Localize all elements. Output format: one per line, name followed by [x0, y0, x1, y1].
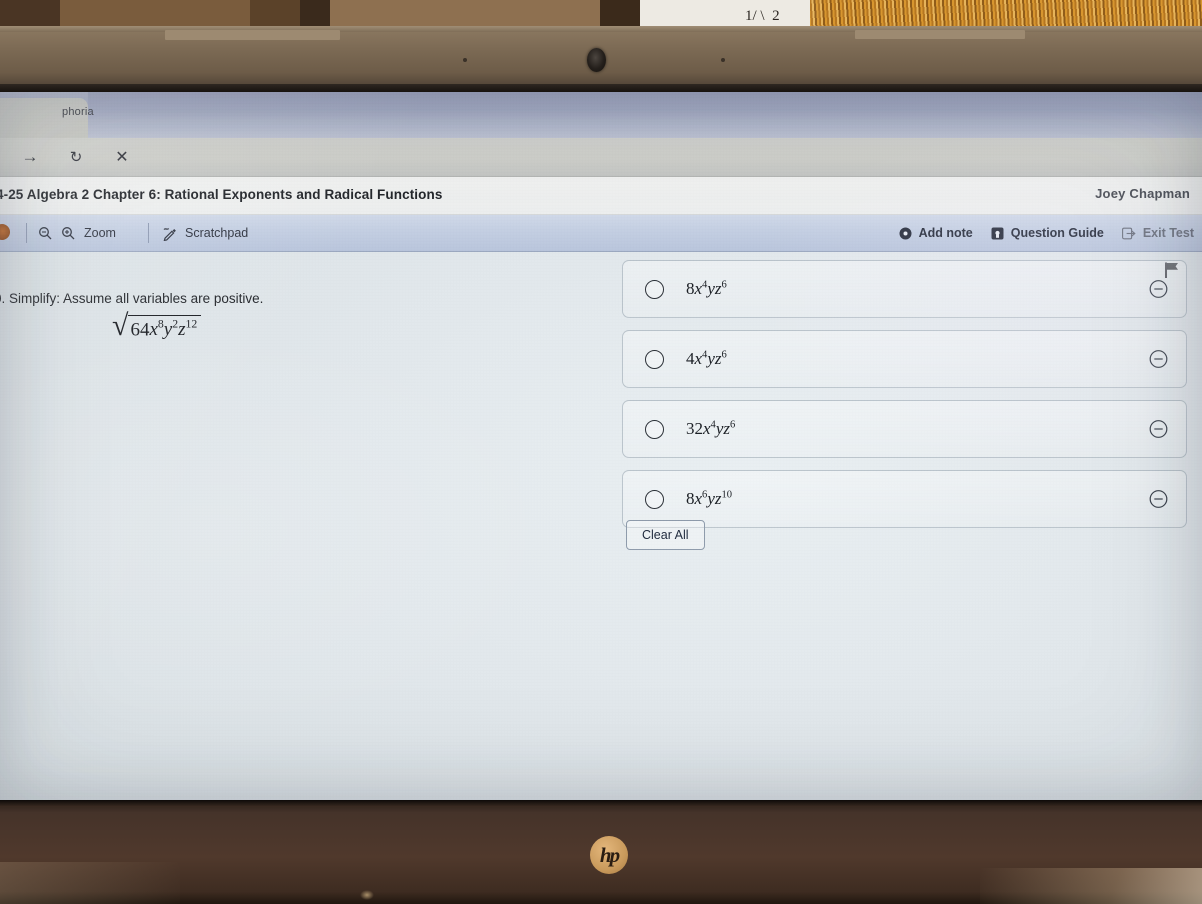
minus-circle-icon[interactable] — [1149, 490, 1168, 509]
browser-nav-bar: → ↻ ✕ — [0, 138, 1202, 177]
poster-scribble: 1/ \ 2 — [745, 8, 780, 24]
bezel-screen-edge — [0, 84, 1202, 92]
reload-icon[interactable]: ↻ — [64, 146, 88, 168]
radicand: 64x8y2z12 — [128, 315, 202, 341]
option-term-x: x6 — [694, 489, 708, 508]
laptop-photo-scene: 1/ \ 2 hp phoria → ↻ ✕ 4-25 Algebra 2 Ch… — [0, 0, 1202, 904]
bezel-bottom-lip — [0, 800, 1202, 807]
hp-logo-text: hp — [599, 842, 620, 867]
page-title: 4-25 Algebra 2 Chapter 6: Rational Expon… — [0, 187, 443, 202]
option-term-z: z6 — [714, 349, 727, 368]
radicand-term-y: y2 — [163, 318, 179, 341]
answer-option-a[interactable]: 8x4yz6 — [622, 260, 1187, 318]
microphone-hole-right — [721, 58, 725, 62]
browser-tab-strip: phoria — [0, 92, 1202, 138]
toolbar-divider-1 — [26, 223, 27, 243]
minus-circle-icon[interactable] — [1149, 350, 1168, 369]
question-number: 0. — [0, 291, 6, 306]
question-guide-label: Question Guide — [1010, 226, 1104, 240]
exit-icon — [1121, 227, 1136, 240]
minus-circle-icon[interactable] — [1149, 280, 1168, 299]
browser-tab-active[interactable] — [0, 98, 88, 138]
tab-strip-background — [88, 92, 1202, 138]
option-term-z: z10 — [714, 489, 733, 508]
webcam-icon — [587, 48, 606, 72]
radicand-term-z: z12 — [178, 318, 198, 341]
option-term-x: x4 — [703, 419, 716, 438]
scratchpad-label: Scratchpad — [185, 226, 249, 240]
answer-option-text: 8x4yz6 — [686, 279, 727, 299]
clear-all-button[interactable]: Clear All — [626, 520, 705, 550]
radio-button[interactable] — [645, 279, 664, 299]
option-term-z: z6 — [714, 279, 727, 298]
answer-options-list: 8x4yz6 4x4yz6 32x4yz6 8x6yz10 — [622, 260, 1187, 540]
add-note-button[interactable]: Add note — [899, 226, 973, 240]
browser-tab-label: phoria — [62, 106, 94, 118]
option-coefficient: 32 — [686, 419, 703, 438]
radical-expression: √ 64x8y2z12 — [112, 309, 202, 342]
option-term-y: y — [707, 349, 715, 368]
answer-option-text: 32x4yz6 — [686, 419, 735, 439]
pencil-icon — [162, 226, 177, 241]
radicand-term-x: x8 — [149, 318, 164, 341]
zoom-out-icon[interactable] — [38, 226, 52, 240]
bezel-dust-speck — [360, 890, 374, 900]
question-prompt-text: Simplify: Assume all variables are posit… — [9, 291, 264, 306]
answer-option-text: 4x4yz6 — [686, 349, 727, 369]
zoom-in-icon[interactable] — [61, 226, 75, 240]
toolbar-divider-2 — [148, 223, 149, 243]
user-name-label: Joey Chapman — [1095, 186, 1190, 201]
hp-logo: hp — [590, 836, 628, 874]
bezel-notch-right — [855, 30, 1025, 39]
desk-light-glow-left — [0, 862, 180, 904]
exit-test-button[interactable]: Exit Test — [1121, 226, 1194, 240]
answer-option-c[interactable]: 32x4yz6 — [622, 400, 1187, 458]
question-expression: √ 64x8y2z12 — [112, 309, 202, 342]
laptop-screen: phoria → ↻ ✕ 4-25 Algebra 2 Chapter 6: R… — [0, 92, 1202, 800]
forward-arrow-icon[interactable]: → — [18, 146, 42, 168]
exit-test-label: Exit Test — [1142, 226, 1194, 240]
microphone-hole-left — [463, 58, 467, 62]
answer-option-b[interactable]: 4x4yz6 — [622, 330, 1187, 388]
app-logo-icon — [0, 224, 10, 240]
app-toolbar: Zoom Scratchpad Add note Question Guide … — [0, 215, 1202, 252]
option-term-y: y — [707, 489, 715, 508]
option-term-x: x4 — [694, 279, 708, 298]
radicand-coefficient: 64 — [130, 319, 150, 341]
option-coefficient: 8 — [686, 489, 695, 508]
question-guide-icon — [991, 227, 1004, 240]
option-coefficient: 8 — [686, 279, 695, 298]
answer-option-text: 8x6yz10 — [686, 489, 732, 509]
app-header: 4-25 Algebra 2 Chapter 6: Rational Expon… — [0, 177, 1202, 215]
bezel-notch-left — [165, 30, 340, 40]
close-icon[interactable]: ✕ — [110, 146, 134, 168]
toolbar-right-group: Add note Question Guide Exit Test — [899, 215, 1194, 251]
question-prompt: 0. Simplify: Assume all variables are po… — [0, 291, 263, 306]
desk-light-glow — [980, 868, 1202, 904]
option-coefficient: 4 — [686, 349, 695, 368]
add-note-icon — [899, 227, 912, 240]
scratchpad-button[interactable]: Scratchpad — [162, 215, 248, 251]
option-term-z: z6 — [723, 419, 736, 438]
zoom-control[interactable]: Zoom — [38, 215, 116, 251]
zoom-label: Zoom — [84, 226, 116, 240]
radical-sign-icon: √ — [112, 309, 129, 342]
add-note-label: Add note — [918, 226, 973, 240]
radio-button[interactable] — [645, 349, 664, 369]
answer-option-d[interactable]: 8x6yz10 — [622, 470, 1187, 528]
radio-button[interactable] — [645, 419, 664, 439]
question-body: 0. Simplify: Assume all variables are po… — [0, 252, 1202, 800]
question-guide-button[interactable]: Question Guide — [991, 226, 1104, 240]
option-term-y: y — [707, 279, 715, 298]
radio-button[interactable] — [645, 489, 664, 509]
minus-circle-icon[interactable] — [1149, 420, 1168, 439]
option-term-x: x4 — [694, 349, 708, 368]
